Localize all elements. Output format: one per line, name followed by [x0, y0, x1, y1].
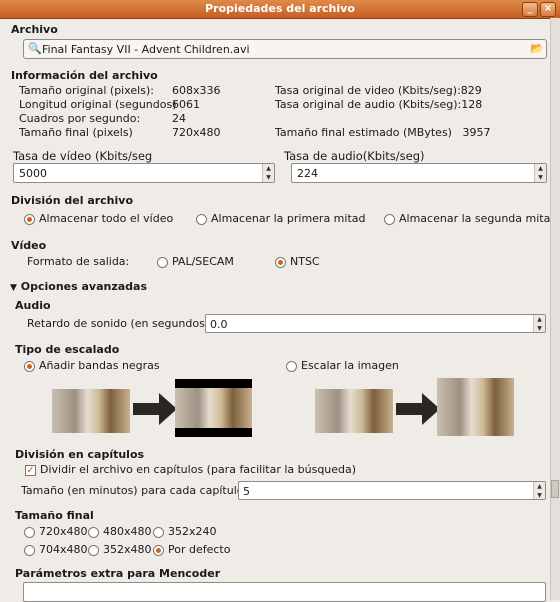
vertical-scrollbar[interactable]	[550, 18, 560, 600]
tasa-audio-label: Tasa de audio(Kbits/seg)	[284, 149, 425, 163]
video-label: Vídeo	[11, 239, 47, 252]
info-row: Cuadros por segundo:	[19, 112, 141, 125]
radio-ntsc[interactable]: NTSC	[275, 255, 320, 268]
info-label: Información del archivo	[11, 69, 158, 82]
search-icon: 🔍	[28, 42, 42, 55]
info-row: Tamaño final estimado (MBytes) 3957	[275, 126, 491, 139]
info-right: Tasa original de video (Kbits/seg):829 T…	[275, 84, 490, 140]
radio-icon[interactable]	[196, 213, 207, 225]
radio-icon[interactable]	[157, 256, 168, 268]
tasa-audio-value: 224	[297, 167, 318, 180]
archivo-label: Archivo	[11, 23, 58, 36]
radio-division-todo[interactable]: Almacenar todo el vídeo	[24, 212, 173, 225]
opciones-avanzadas-expander[interactable]: ▼ Opciones avanzadas	[10, 280, 147, 293]
info-value: 608x336	[172, 84, 221, 97]
spin-arrows-icon[interactable]: ▲ ▼	[262, 164, 274, 182]
tasa-audio-spinbox[interactable]: 224 ▲ ▼	[291, 163, 547, 183]
escalado-label: Tipo de escalado	[15, 343, 120, 356]
info-row: Longitud original (segundos)	[19, 98, 177, 111]
radio-icon[interactable]	[153, 544, 164, 556]
checkbox-icon[interactable]: ✓	[25, 464, 36, 476]
retardo-label: Retardo de sonido (en segundos):	[27, 317, 213, 330]
radio-division-segunda[interactable]: Almacenar la segunda mitad	[384, 212, 557, 225]
info-left-values: 608x336 6061 24 720x480	[172, 84, 221, 140]
radio-icon[interactable]	[275, 256, 286, 268]
preview-original-image	[52, 389, 130, 433]
radio-704x480[interactable]: 704x480	[24, 543, 88, 556]
arrow-right-icon	[133, 393, 177, 425]
preview-original-image	[315, 389, 393, 433]
radio-480x480[interactable]: 480x480	[88, 525, 152, 538]
radio-icon[interactable]	[24, 526, 35, 538]
info-value: 6061	[172, 98, 200, 111]
radio-720x480[interactable]: 720x480	[24, 525, 88, 538]
info-row: Tamaño final (pixels)	[19, 126, 133, 139]
tamano-final-label: Tamaño final	[15, 509, 94, 522]
tasa-video-spinbox[interactable]: 5000 ▲ ▼	[13, 163, 275, 183]
radio-icon[interactable]	[384, 213, 395, 225]
spin-arrows-icon[interactable]: ▲ ▼	[533, 315, 545, 332]
info-row: Tasa original de video (Kbits/seg):829	[275, 84, 482, 97]
close-button[interactable]: ×	[540, 2, 556, 17]
info-value: 720x480	[172, 126, 221, 139]
info-row: Tasa original de audio (Kbits/seg):128	[275, 98, 483, 111]
radio-pal[interactable]: PAL/SECAM	[157, 255, 234, 268]
arrow-right-icon	[396, 393, 440, 425]
retardo-spinbox[interactable]: 0.0 ▲ ▼	[205, 314, 546, 333]
tasa-video-value: 5000	[19, 167, 47, 180]
formato-label: Formato de salida:	[27, 255, 130, 268]
radio-icon[interactable]	[153, 526, 164, 538]
capitulo-size-label: Tamaño (en minutos) para cada capítulo:	[21, 484, 248, 497]
radio-icon[interactable]	[88, 526, 99, 538]
radio-bandas-negras[interactable]: Añadir bandas negras	[24, 359, 160, 372]
radio-352x480[interactable]: 352x480	[88, 543, 152, 556]
radio-icon[interactable]	[88, 544, 99, 556]
preview-bandas-image	[175, 379, 252, 437]
capitulo-size-value: 5	[243, 485, 250, 498]
division-label: División del archivo	[11, 194, 134, 207]
radio-icon[interactable]	[24, 544, 35, 556]
info-left: Tamaño original (pixels): Longitud origi…	[19, 84, 177, 140]
capitulos-label: División en capítulos	[15, 448, 145, 461]
mencoder-label: Parámetros extra para Mencoder	[15, 567, 221, 580]
retardo-value: 0.0	[210, 318, 228, 331]
info-row: Tamaño original (pixels):	[19, 84, 154, 97]
audio-label: Audio	[15, 299, 51, 312]
radio-352x240[interactable]: 352x240	[153, 525, 217, 538]
file-name: Final Fantasy VII - Advent Children.avi	[42, 43, 250, 56]
radio-icon[interactable]	[24, 360, 35, 372]
checkbox-dividir-capitulos[interactable]: ✓ Dividir el archivo en capítulos (para f…	[25, 463, 356, 476]
info-value: 24	[172, 112, 186, 125]
mencoder-params-input[interactable]	[23, 582, 546, 602]
radio-icon[interactable]	[24, 213, 35, 225]
radio-escalar-imagen[interactable]: Escalar la imagen	[286, 359, 399, 372]
preview-escalada-image	[437, 378, 514, 436]
window-title: Propiedades del archivo	[205, 2, 355, 15]
spin-arrows-icon[interactable]: ▲ ▼	[534, 164, 546, 182]
radio-icon[interactable]	[286, 360, 297, 372]
radio-division-primera[interactable]: Almacenar la primera mitad	[196, 212, 366, 225]
triangle-down-icon: ▼	[10, 283, 17, 293]
scrollbar-thumb[interactable]	[551, 480, 559, 498]
file-chooser[interactable]: 🔍 Final Fantasy VII - Advent Children.av…	[23, 39, 547, 59]
tasa-video-label: Tasa de vídeo (Kbits/seg	[13, 149, 153, 163]
radio-por-defecto[interactable]: Por defecto	[153, 543, 230, 556]
title-bar: Propiedades del archivo _ ×	[0, 0, 560, 19]
minimize-button[interactable]: _	[522, 2, 538, 17]
spin-arrows-icon[interactable]: ▲ ▼	[533, 482, 545, 499]
folder-icon[interactable]: 📂	[530, 42, 544, 55]
capitulo-size-spinbox[interactable]: 5 ▲ ▼	[238, 481, 546, 500]
